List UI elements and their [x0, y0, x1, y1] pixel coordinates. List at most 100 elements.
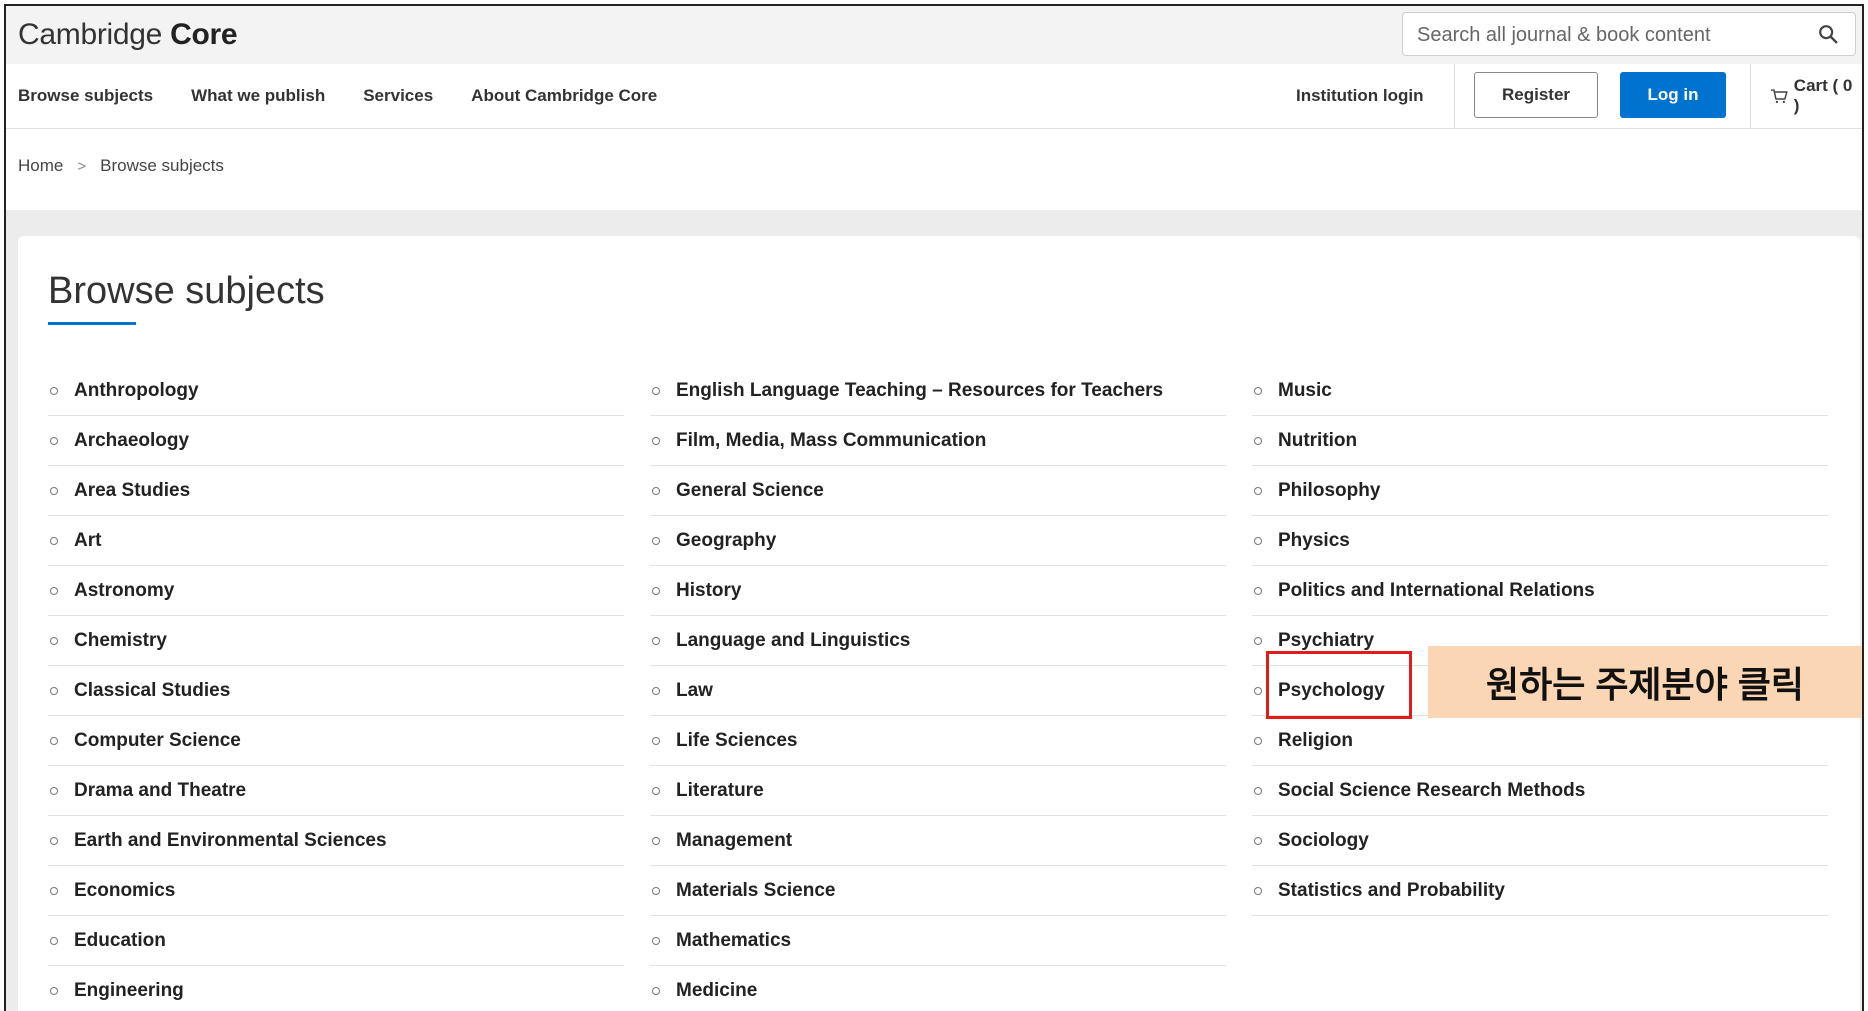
bullet-icon	[50, 586, 58, 595]
subject-link[interactable]: Management	[676, 830, 792, 852]
bullet-icon	[50, 886, 58, 895]
page-title: Browse subjects	[48, 270, 325, 312]
bullet-icon	[1254, 686, 1262, 695]
subject-link[interactable]: Social Science Research Methods	[1278, 780, 1585, 802]
subject-link[interactable]: Astronomy	[74, 580, 174, 602]
subject-link[interactable]: Earth and Environmental Sciences	[74, 830, 387, 852]
bullet-icon	[50, 386, 58, 395]
subject-list-item: Engineering	[48, 966, 624, 1011]
search-icon[interactable]	[1817, 23, 1839, 45]
subject-list-item: Sociology	[1252, 816, 1828, 866]
subject-link[interactable]: Sociology	[1278, 830, 1369, 852]
subject-list-item: Anthropology	[48, 366, 624, 416]
subject-link[interactable]: Area Studies	[74, 480, 190, 502]
subject-link[interactable]: History	[676, 580, 741, 602]
subject-list-item: Music	[1252, 366, 1828, 416]
subject-link[interactable]: Art	[74, 530, 101, 552]
subject-list-item: Nutrition	[1252, 416, 1828, 466]
subject-link[interactable]: Anthropology	[74, 380, 199, 402]
subject-link[interactable]: Language and Linguistics	[676, 630, 910, 652]
subject-link[interactable]: Religion	[1278, 730, 1353, 752]
nav-links: Browse subjects What we publish Services…	[18, 64, 657, 128]
subjects-column-3: Music Nutrition Philosophy Physics Politics …	[1252, 366, 1828, 916]
subject-link[interactable]: Archaeology	[74, 430, 189, 452]
subject-link[interactable]: Medicine	[676, 980, 757, 1002]
subject-link[interactable]: Physics	[1278, 530, 1350, 552]
bullet-icon	[1254, 536, 1262, 545]
nav-browse-subjects[interactable]: Browse subjects	[18, 86, 153, 106]
nav-services[interactable]: Services	[363, 86, 433, 106]
subject-link[interactable]: Engineering	[74, 980, 184, 1002]
bullet-icon	[1254, 736, 1262, 745]
subject-link[interactable]: Life Sciences	[676, 730, 797, 752]
subject-list-item: Area Studies	[48, 466, 624, 516]
bullet-icon	[652, 786, 660, 795]
subject-link[interactable]: Law	[676, 680, 713, 702]
bullet-icon	[652, 386, 660, 395]
nav-divider	[1750, 64, 1751, 128]
subject-link[interactable]: Film, Media, Mass Communication	[676, 430, 986, 452]
bullet-icon	[652, 736, 660, 745]
subject-link[interactable]: General Science	[676, 480, 824, 502]
bullet-icon	[652, 436, 660, 445]
subject-link[interactable]: Statistics and Probability	[1278, 880, 1505, 902]
cart-label: Cart ( 0 )	[1793, 76, 1853, 115]
subject-link[interactable]: Politics and International Relations	[1278, 580, 1595, 602]
bullet-icon	[50, 486, 58, 495]
subject-link[interactable]: Literature	[676, 780, 764, 802]
search-input[interactable]	[1415, 13, 1799, 57]
subject-list-item: Language and Linguistics	[650, 616, 1226, 666]
subject-list-item: Law	[650, 666, 1226, 716]
subject-list-item: Politics and International Relations	[1252, 566, 1828, 616]
subject-list-item: Management	[650, 816, 1226, 866]
subject-link[interactable]: Materials Science	[676, 880, 835, 902]
breadcrumb-current: Browse subjects	[100, 156, 224, 175]
subject-list-item: Education	[48, 916, 624, 966]
subject-list-item: Drama and Theatre	[48, 766, 624, 816]
subject-list-item: Statistics and Probability	[1252, 866, 1828, 916]
register-button[interactable]: Register	[1474, 72, 1598, 118]
subject-list-item: Religion	[1252, 716, 1828, 766]
bullet-icon	[1254, 386, 1262, 395]
cambridge-core-logo[interactable]: Cambridge Core	[18, 18, 238, 52]
subject-link[interactable]: Music	[1278, 380, 1332, 402]
subject-list-item: English Language Teaching – Resources fo…	[650, 366, 1226, 416]
nav-what-we-publish[interactable]: What we publish	[191, 86, 325, 106]
subject-link[interactable]: Psychiatry	[1278, 630, 1374, 652]
bullet-icon	[50, 936, 58, 945]
subject-link[interactable]: English Language Teaching – Resources fo…	[676, 380, 1163, 402]
bullet-icon	[652, 986, 660, 995]
subjects-column-2: English Language Teaching – Resources fo…	[650, 366, 1226, 1011]
bullet-icon	[652, 536, 660, 545]
subject-link[interactable]: Education	[74, 930, 166, 952]
subject-list-item: Astronomy	[48, 566, 624, 616]
subject-link[interactable]: Philosophy	[1278, 480, 1380, 502]
bullet-icon	[652, 586, 660, 595]
subject-list-item: Physics	[1252, 516, 1828, 566]
breadcrumb-separator: >	[77, 157, 87, 175]
subject-link[interactable]: Classical Studies	[74, 680, 230, 702]
title-underline	[48, 322, 136, 325]
institution-login-link[interactable]: Institution login	[1296, 64, 1423, 128]
login-button[interactable]: Log in	[1620, 72, 1726, 118]
subject-link[interactable]: Nutrition	[1278, 430, 1357, 452]
subject-list-item: History	[650, 566, 1226, 616]
subject-link[interactable]: Geography	[676, 530, 776, 552]
bullet-icon	[50, 836, 58, 845]
cart-link[interactable]: Cart ( 0 )	[1770, 64, 1862, 128]
subject-list-item: Film, Media, Mass Communication	[650, 416, 1226, 466]
subject-list-item: Social Science Research Methods	[1252, 766, 1828, 816]
breadcrumb-home[interactable]: Home	[18, 156, 63, 176]
bullet-icon	[50, 686, 58, 695]
bullet-icon	[1254, 436, 1262, 445]
highlight-box-psychology	[1266, 651, 1412, 719]
subject-list-item: Medicine	[650, 966, 1226, 1011]
subject-link[interactable]: Drama and Theatre	[74, 780, 246, 802]
nav-about-cambridge-core[interactable]: About Cambridge Core	[471, 86, 657, 106]
subject-link[interactable]: Economics	[74, 880, 175, 902]
bullet-icon	[652, 836, 660, 845]
subject-link[interactable]: Chemistry	[74, 630, 167, 652]
subject-link[interactable]: Mathematics	[676, 930, 791, 952]
subject-link[interactable]: Computer Science	[74, 730, 241, 752]
bullet-icon	[50, 536, 58, 545]
